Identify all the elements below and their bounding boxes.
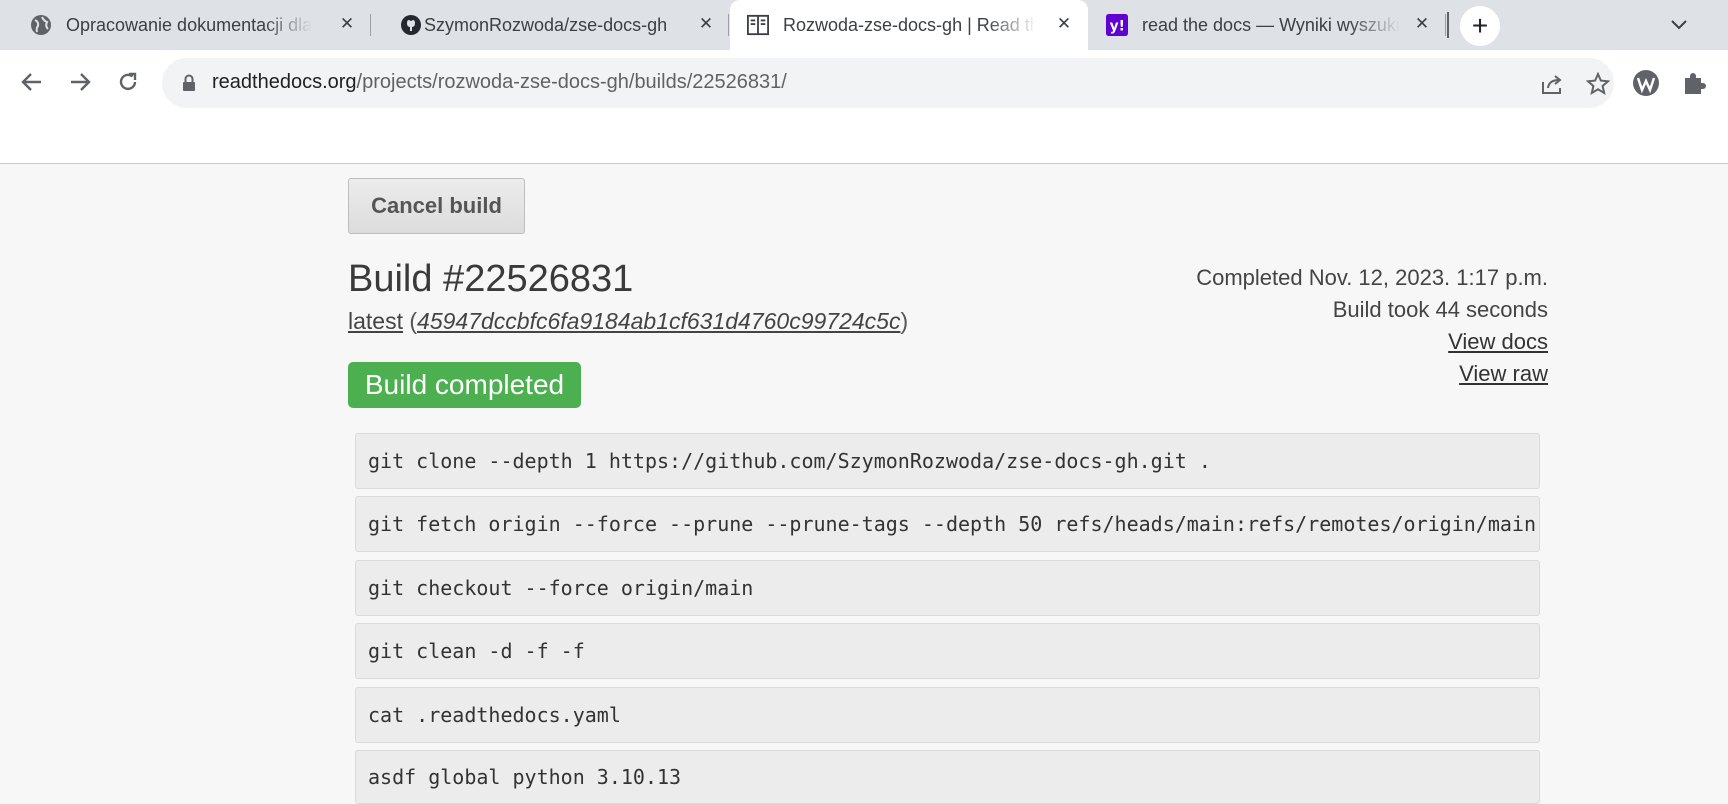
commit-link[interactable]: 45947dccbfc6fa9184ab1cf631d4760c99724c5c xyxy=(417,308,900,334)
tab-title: Rozwoda-zse-docs-gh | Read the Docs xyxy=(783,15,1037,35)
tab-opracowanie[interactable]: Opracowanie dokumentacji dla projektu ✕ xyxy=(0,0,371,50)
close-paren: ) xyxy=(900,308,909,334)
reload-button[interactable] xyxy=(110,64,146,100)
globe-icon xyxy=(30,14,52,36)
build-command[interactable]: git clean -d -f -f xyxy=(355,623,1540,679)
tab-separator xyxy=(1447,12,1449,38)
tab-yahoo[interactable]: y! read the docs — Wyniki wyszukiwania ✕ xyxy=(1090,0,1446,50)
close-icon[interactable]: ✕ xyxy=(335,12,359,36)
url-domain: readthedocs.org xyxy=(212,71,357,93)
build-command[interactable]: cat .readthedocs.yaml xyxy=(355,687,1540,743)
tab-title: SzymonRozwoda/zse-docs-gh xyxy=(424,15,668,35)
version-link[interactable]: latest xyxy=(348,308,403,334)
tab-readthedocs[interactable]: Rozwoda-zse-docs-gh | Read the Docs ✕ xyxy=(730,0,1088,50)
puzzle-extensions-icon[interactable] xyxy=(1678,67,1710,99)
build-command[interactable]: git fetch origin --force --prune --prune… xyxy=(355,496,1540,552)
yahoo-icon: y! xyxy=(1106,14,1128,36)
svg-text:y!: y! xyxy=(1110,19,1125,35)
build-command[interactable]: git checkout --force origin/main xyxy=(355,560,1540,616)
tab-title: read the docs — Wyniki wyszukiwania xyxy=(1142,15,1400,35)
completed-time: Completed Nov. 12, 2023. 1:17 p.m. xyxy=(1196,265,1548,290)
github-icon xyxy=(400,14,422,36)
tab-title: Opracowanie dokumentacji dla projektu xyxy=(66,15,312,35)
build-command[interactable]: git clone --depth 1 https://github.com/S… xyxy=(355,433,1540,489)
build-meta: Completed Nov. 12, 2023. 1:17 p.m. Build… xyxy=(1196,262,1548,390)
address-bar[interactable]: readthedocs.org/projects/rozwoda-zse-doc… xyxy=(162,58,1614,108)
build-command[interactable]: asdf global python 3.10.13 xyxy=(355,750,1540,804)
build-duration: Build took 44 seconds xyxy=(1332,297,1548,322)
share-icon[interactable] xyxy=(1538,70,1566,98)
back-button[interactable] xyxy=(14,64,50,100)
open-paren: ( xyxy=(402,308,418,334)
lock-icon[interactable] xyxy=(182,74,196,97)
status-badge: Build completed xyxy=(348,362,581,408)
version-line: latest (45947dccbfc6fa9184ab1cf631d4760c… xyxy=(348,308,908,335)
close-icon[interactable]: ✕ xyxy=(1052,12,1076,36)
view-docs-link[interactable]: View docs xyxy=(1196,326,1548,358)
url-path: /projects/rozwoda-zse-docs-gh/builds/225… xyxy=(356,71,787,93)
tab-search-icon[interactable] xyxy=(1664,10,1694,40)
close-icon[interactable]: ✕ xyxy=(694,12,718,36)
cancel-build-button[interactable]: Cancel build xyxy=(348,178,525,234)
tab-github[interactable]: SzymonRozwoda/zse-docs-gh ✕ xyxy=(372,0,729,50)
bookmark-star-icon[interactable] xyxy=(1584,70,1612,98)
new-tab-button[interactable]: + xyxy=(1460,6,1500,46)
url-text[interactable]: readthedocs.org/projects/rozwoda-zse-doc… xyxy=(212,71,787,94)
forward-button[interactable] xyxy=(62,64,98,100)
readthedocs-icon xyxy=(747,14,769,36)
wordpress-extension-icon[interactable] xyxy=(1630,67,1662,99)
close-icon[interactable]: ✕ xyxy=(1410,12,1434,36)
view-raw-link[interactable]: View raw xyxy=(1196,358,1548,390)
page-title: Build #22526831 xyxy=(348,258,634,300)
